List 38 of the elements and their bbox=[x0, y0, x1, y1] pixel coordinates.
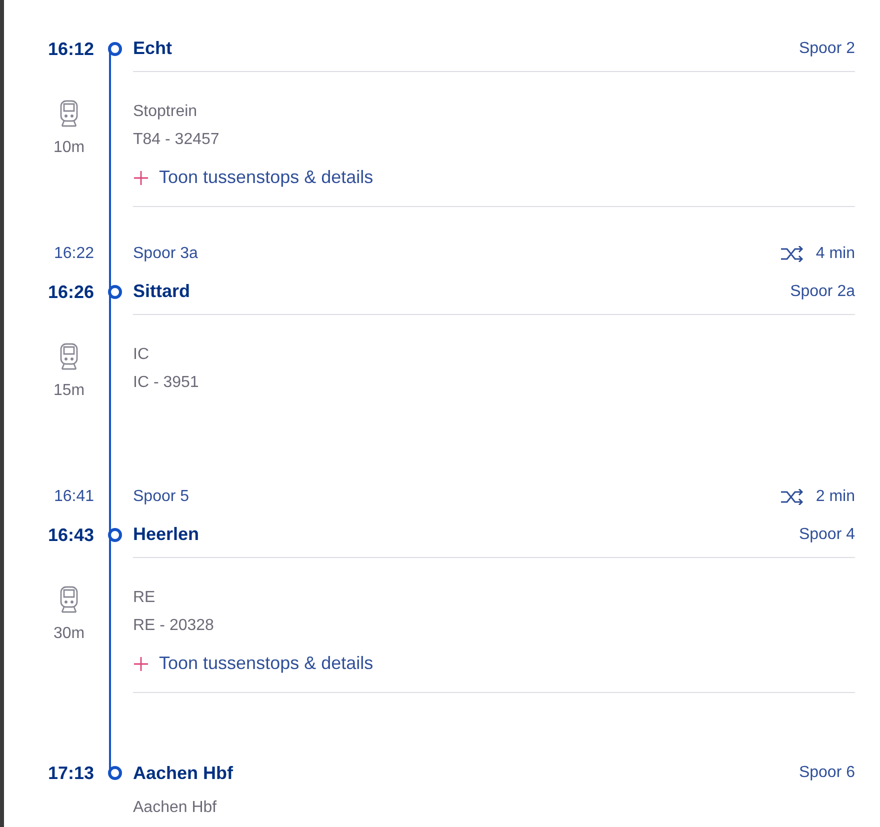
arrival-platform: Spoor 5 bbox=[133, 487, 190, 507]
stop-time: 16:26 bbox=[46, 280, 94, 304]
station-subtitle: Aachen Hbf bbox=[133, 798, 218, 818]
arrival-time: 16:41 bbox=[52, 487, 94, 507]
train-service: Stoptrein bbox=[133, 102, 198, 122]
leg-duration: 15m bbox=[53, 381, 85, 401]
stop-time: 16:43 bbox=[46, 524, 94, 546]
station-name: Heerlen bbox=[133, 523, 200, 546]
station-name: Echt bbox=[133, 37, 172, 60]
plus-icon bbox=[133, 656, 149, 672]
plus-icon bbox=[133, 170, 149, 186]
stop-time: 16:12 bbox=[46, 38, 94, 60]
train-number: IC - 3951 bbox=[133, 373, 200, 393]
platform: Spoor 6 bbox=[798, 763, 855, 783]
train-service: RE bbox=[133, 588, 156, 608]
transfer-time: 4 min bbox=[816, 244, 855, 264]
arrival-time: 16:22 bbox=[52, 244, 94, 264]
platform: Spoor 4 bbox=[798, 524, 855, 544]
station-name: Sittard bbox=[133, 280, 190, 303]
leg-duration: 30m bbox=[53, 624, 85, 644]
stop-time: 17:13 bbox=[46, 762, 94, 784]
stop-marker bbox=[108, 766, 122, 780]
train-number: RE - 20328 bbox=[133, 616, 215, 636]
stop-marker bbox=[108, 42, 122, 56]
platform: Spoor 2a bbox=[790, 282, 855, 302]
arrival-platform: Spoor 3a bbox=[133, 244, 198, 264]
details-link[interactable]: Toon tussenstops & details bbox=[133, 164, 374, 191]
stop-marker bbox=[108, 285, 122, 299]
train-number: T84 - 32457 bbox=[133, 130, 220, 150]
transfer-icon bbox=[780, 489, 804, 505]
transfer-icon bbox=[780, 246, 804, 262]
platform: Spoor 2 bbox=[798, 38, 855, 58]
train-service: IC bbox=[133, 345, 150, 365]
station-name: Aachen Hbf bbox=[133, 762, 234, 784]
stop-marker bbox=[108, 528, 122, 542]
leg-duration: 10m bbox=[53, 138, 85, 158]
details-link[interactable]: Toon tussenstops & details bbox=[133, 650, 374, 677]
transfer-time: 2 min bbox=[816, 487, 855, 507]
